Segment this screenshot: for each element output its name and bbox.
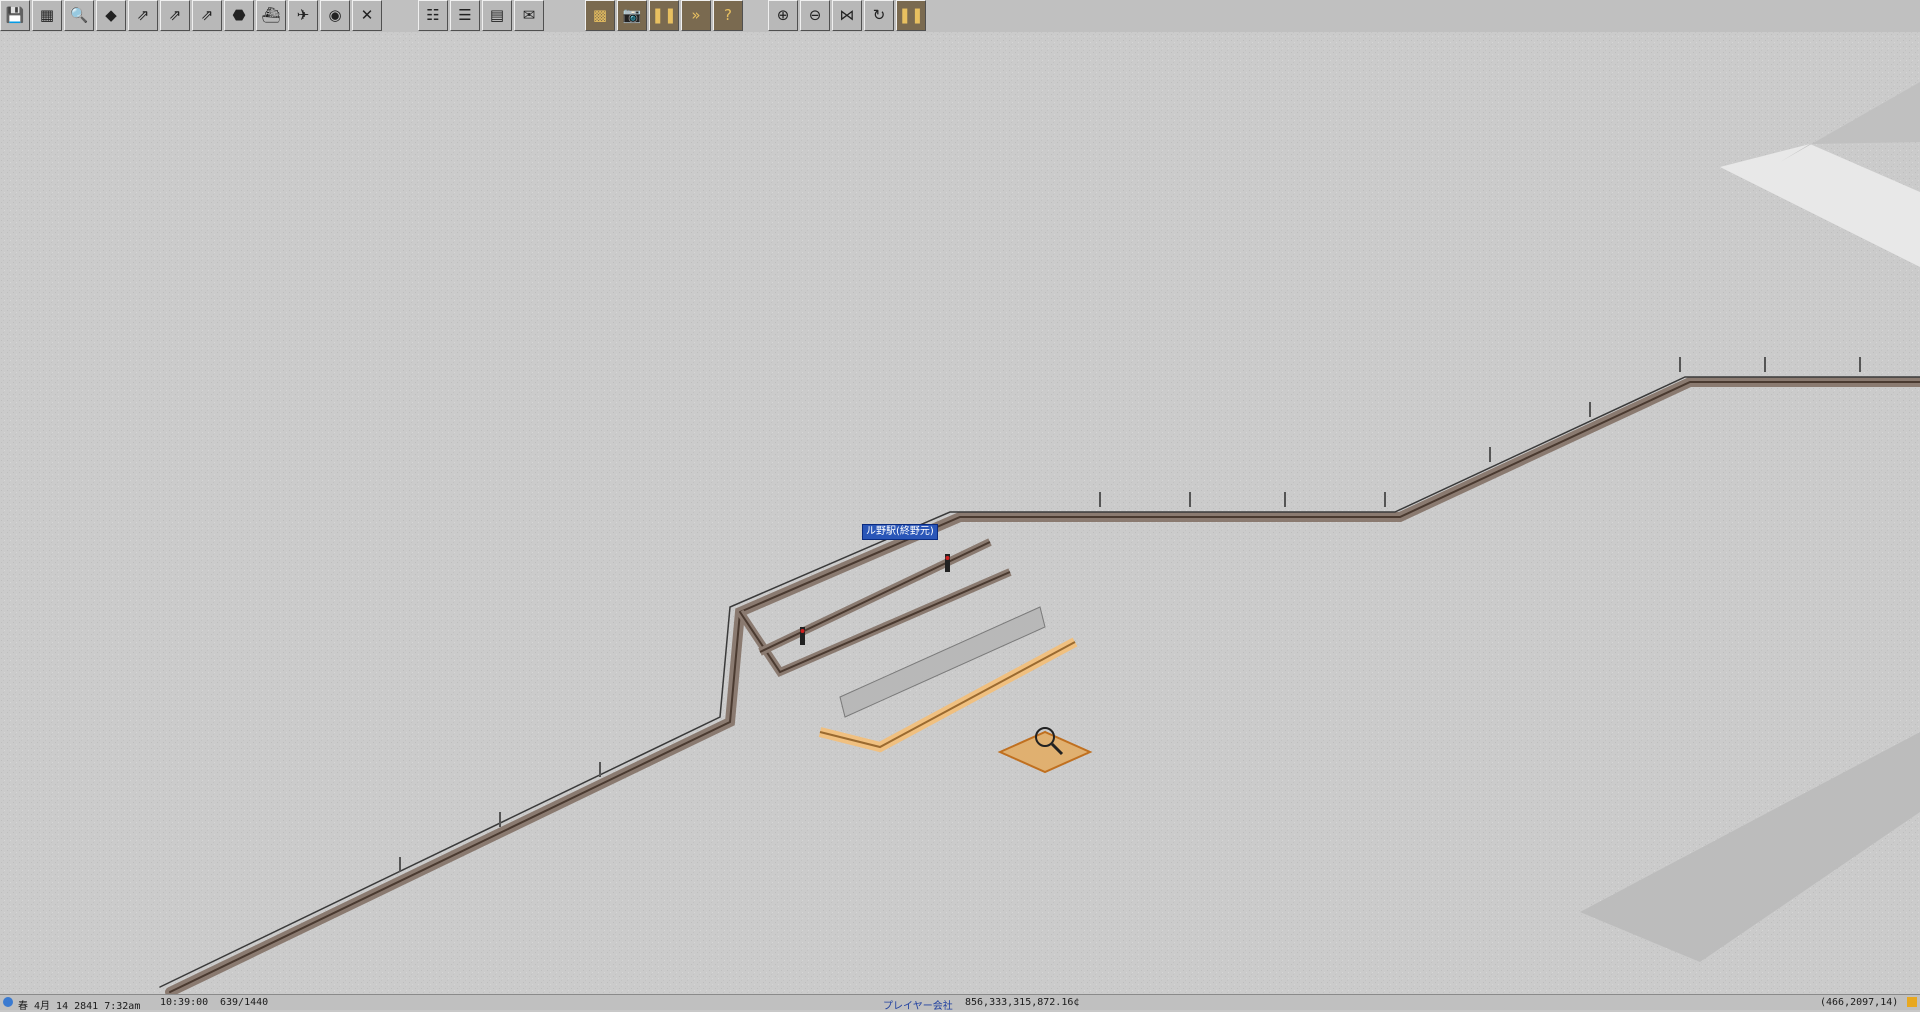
map-icon[interactable]: ▦ <box>32 0 62 31</box>
zoom-out-icon[interactable]: ⊖ <box>800 0 830 31</box>
fast-forward-icon[interactable]: » <box>681 0 711 31</box>
zoom-in-icon[interactable]: ⊕ <box>768 0 798 31</box>
remove-tool-icon[interactable]: ✕ <box>352 0 382 31</box>
grid-toggle-icon[interactable]: ⋈ <box>832 0 862 31</box>
status-clock: 10:39:00 <box>160 997 209 1008</box>
minimap-icon[interactable]: ▩ <box>585 0 615 31</box>
line-management-icon[interactable]: ☷ <box>418 0 448 31</box>
terrain-slope-icon[interactable]: ◆ <box>96 0 126 31</box>
airport-tool-icon[interactable]: ✈ <box>288 0 318 31</box>
status-bar: 春 4月 14 2841 7:32am 10:39:00 639/1440 プレ… <box>0 994 1920 1012</box>
station-name-label[interactable]: ル野駅(終野元) <box>862 524 938 540</box>
rail-tool-icon[interactable]: ⇗ <box>128 0 158 31</box>
pause-icon[interactable]: ❚❚ <box>649 0 679 31</box>
ship-tool-icon[interactable]: ⛴ <box>256 0 286 31</box>
status-date: 春 4月 14 2841 7:32am <box>18 1001 141 1012</box>
screenshot-camera-icon[interactable]: 📷 <box>617 0 647 31</box>
monorail-tool-icon[interactable]: ⇗ <box>160 0 190 31</box>
save-icon[interactable]: 💾 <box>0 0 30 31</box>
inspect-magnifier-icon[interactable]: 🔍 <box>64 0 94 31</box>
status-company: プレイヤー会社 <box>883 1001 953 1012</box>
status-money: 856,333,315,872.16¢ <box>965 997 1080 1008</box>
status-ticks: 639/1440 <box>220 997 269 1008</box>
season-icon <box>3 997 13 1007</box>
tram-tool-icon[interactable]: ⇗ <box>192 0 222 31</box>
road-tool-icon[interactable]: ⬣ <box>224 0 254 31</box>
pause-right-icon[interactable]: ❚❚ <box>896 0 926 31</box>
finance-icon[interactable]: ▤ <box>482 0 512 31</box>
status-coords: (466,2097,14) <box>1820 997 1899 1008</box>
mail-icon[interactable]: ✉ <box>514 0 544 31</box>
help-icon[interactable]: ? <box>713 0 743 31</box>
rotate-view-icon[interactable]: ↻ <box>864 0 894 31</box>
game-map-view[interactable] <box>0 32 1920 994</box>
warning-icon <box>1907 997 1917 1007</box>
main-toolbar: 💾 ▦ 🔍 ◆ ⇗ ⇗ ⇗ ⬣ ⛴ ✈ ◉ ✕ ☷ ☰ ▤ ✉ ▩ 📷 ❚❚»? ⊕ ⊖ ⋈ ↻ ❚❚ <box>0 0 1920 33</box>
special-tool-icon[interactable]: ◉ <box>320 0 350 31</box>
list-icon[interactable]: ☰ <box>450 0 480 31</box>
